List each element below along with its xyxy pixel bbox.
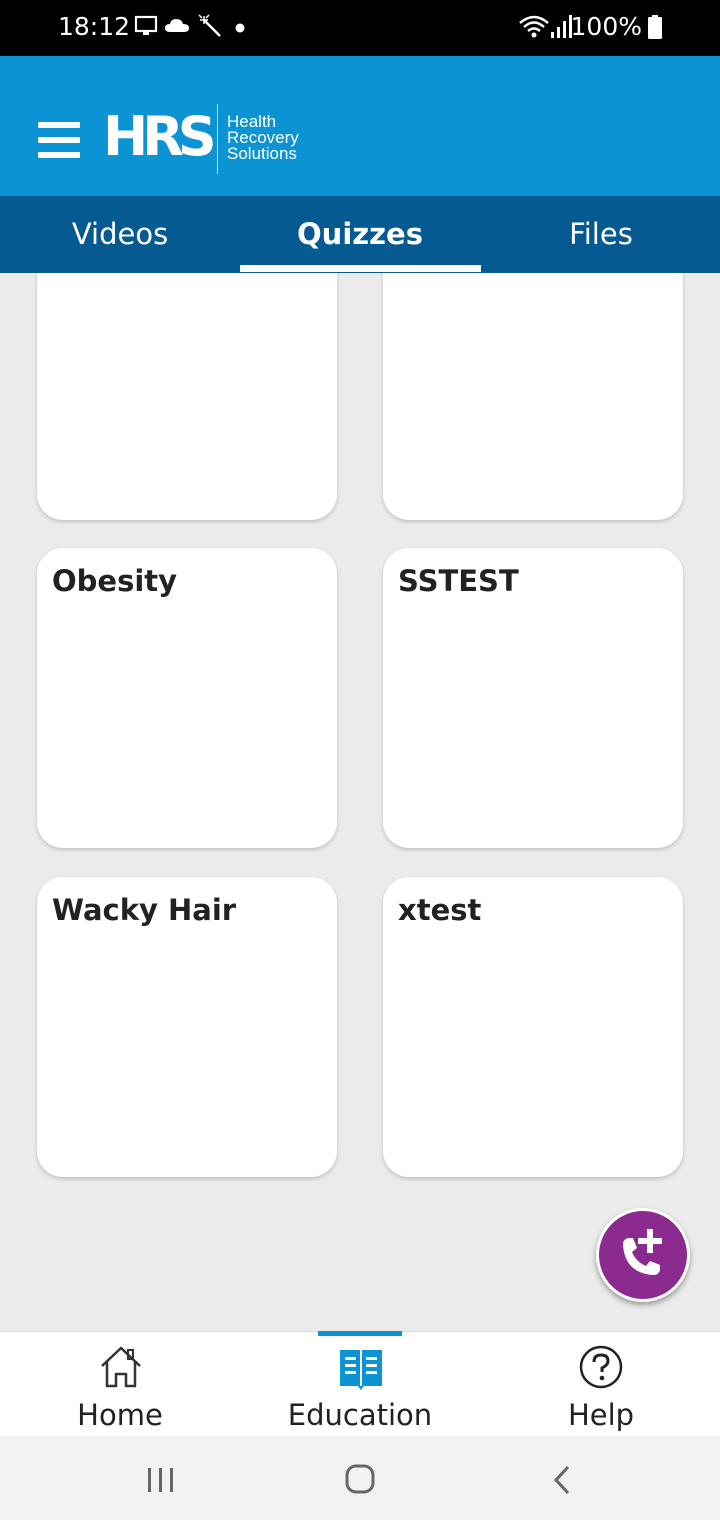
quiz-card[interactable]: xtest: [383, 877, 683, 1177]
quiz-title: xtest: [398, 893, 482, 927]
nav-help[interactable]: Help: [481, 1332, 720, 1437]
nav-education[interactable]: Education: [240, 1332, 480, 1437]
quiz-card[interactable]: Wacky Hair: [37, 877, 337, 1177]
dot-icon: [235, 23, 245, 33]
recent-apps-icon[interactable]: [146, 1466, 176, 1494]
nav-education-label: Education: [287, 1398, 433, 1432]
status-right-icons: [518, 14, 574, 42]
quiz-card[interactable]: [37, 273, 337, 520]
quiz-card[interactable]: [383, 273, 683, 520]
nav-home-label: Home: [77, 1398, 163, 1432]
tab-bar: Videos Quizzes Files: [0, 196, 720, 273]
quiz-card[interactable]: SSTEST: [383, 548, 683, 848]
nav-active-indicator: [318, 1331, 402, 1336]
cloud-icon: [165, 19, 189, 32]
battery-percent: 100%: [570, 12, 642, 41]
bottom-nav: Home Education Help: [0, 1331, 720, 1437]
home-icon: [101, 1346, 141, 1388]
status-bar: 18:12 100%: [0, 0, 720, 56]
tab-active-indicator: [240, 265, 481, 272]
system-nav-bar: [0, 1436, 720, 1520]
nav-help-label: Help: [567, 1398, 635, 1432]
back-icon[interactable]: [552, 1464, 574, 1496]
status-time: 18:12: [58, 12, 131, 41]
tab-quizzes[interactable]: Quizzes: [240, 196, 480, 273]
signal-icon: [551, 15, 572, 38]
quiz-card[interactable]: Obesity: [37, 548, 337, 848]
phone-add-icon: [623, 1229, 662, 1275]
logo-divider: [217, 104, 218, 174]
call-fab-button[interactable]: [596, 1208, 690, 1302]
hrs-logo: HRS Health Recovery Solutions: [103, 104, 323, 176]
tab-videos[interactable]: Videos: [0, 196, 240, 273]
home-button-icon[interactable]: [345, 1464, 377, 1496]
help-icon: [579, 1345, 623, 1389]
tab-files[interactable]: Files: [481, 196, 720, 273]
screen-icon: [134, 15, 158, 35]
logo-line: Solutions: [227, 144, 297, 163]
book-icon: [340, 1350, 382, 1390]
logo-mark: HRS: [103, 105, 217, 168]
battery-icon: [648, 15, 662, 39]
quiz-title: SSTEST: [398, 564, 519, 598]
quiz-title: Wacky Hair: [52, 893, 237, 927]
magic-wand-icon: [198, 14, 221, 37]
wifi-icon: [519, 15, 549, 38]
quiz-title: Obesity: [52, 564, 178, 598]
nav-home[interactable]: Home: [0, 1332, 240, 1437]
logo-text: Health Recovery Solutions: [227, 113, 299, 163]
quiz-grid[interactable]: Obesity SSTEST Wacky Hair xtest: [0, 273, 720, 1331]
menu-icon[interactable]: [38, 122, 82, 158]
